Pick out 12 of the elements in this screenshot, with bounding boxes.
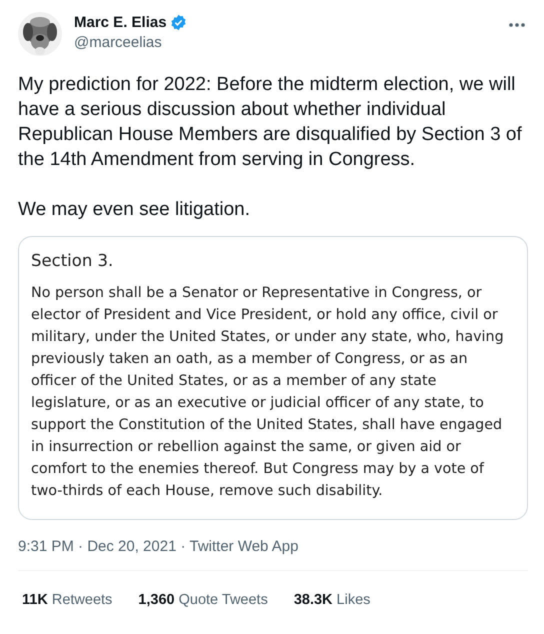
author-handle[interactable]: @marceelias (74, 34, 496, 51)
tweet-timestamp[interactable]: 9:31 PM · Dec 20, 2021 · Twitter Web App (18, 538, 528, 571)
author-name[interactable]: Marc E. Elias (74, 14, 167, 31)
tweet-text: We may even see litigation. (18, 198, 251, 222)
section-text: No person shall be a Senator or Representative in Congress, or elector of President and Vice President, or hold any office, civil or military, under the United States, or under any state, who, having previously taken an oath, as a member of Congress, or as an officer of the United States, or as a member of any state legislature, or as an executive or judicial officer of any state, to support the Constitution of the United States, shall have engaged in insurrection or rebellion against the same, or given aid or comfort to the enemies thereof. But Congress may by a vote of two-thirds of each House, remove such disability. (31, 284, 505, 501)
engagement-count[interactable]: 11K Retweets (22, 592, 112, 608)
more-icon[interactable] (508, 22, 526, 28)
engagement-count[interactable]: 38.3K Likes (294, 592, 370, 608)
engagement-count[interactable]: 1,360 Quote Tweets (138, 592, 268, 608)
tweet-text: My prediction for 2022: Before the midterm election, we will have a serious discussion about whether individual Republican House Members are disqualified by Section 3 of the 14th Amendment from serving in Congress. (18, 73, 523, 172)
section-heading: Section 3. (31, 251, 114, 270)
quoted-document-card[interactable] (18, 236, 528, 520)
